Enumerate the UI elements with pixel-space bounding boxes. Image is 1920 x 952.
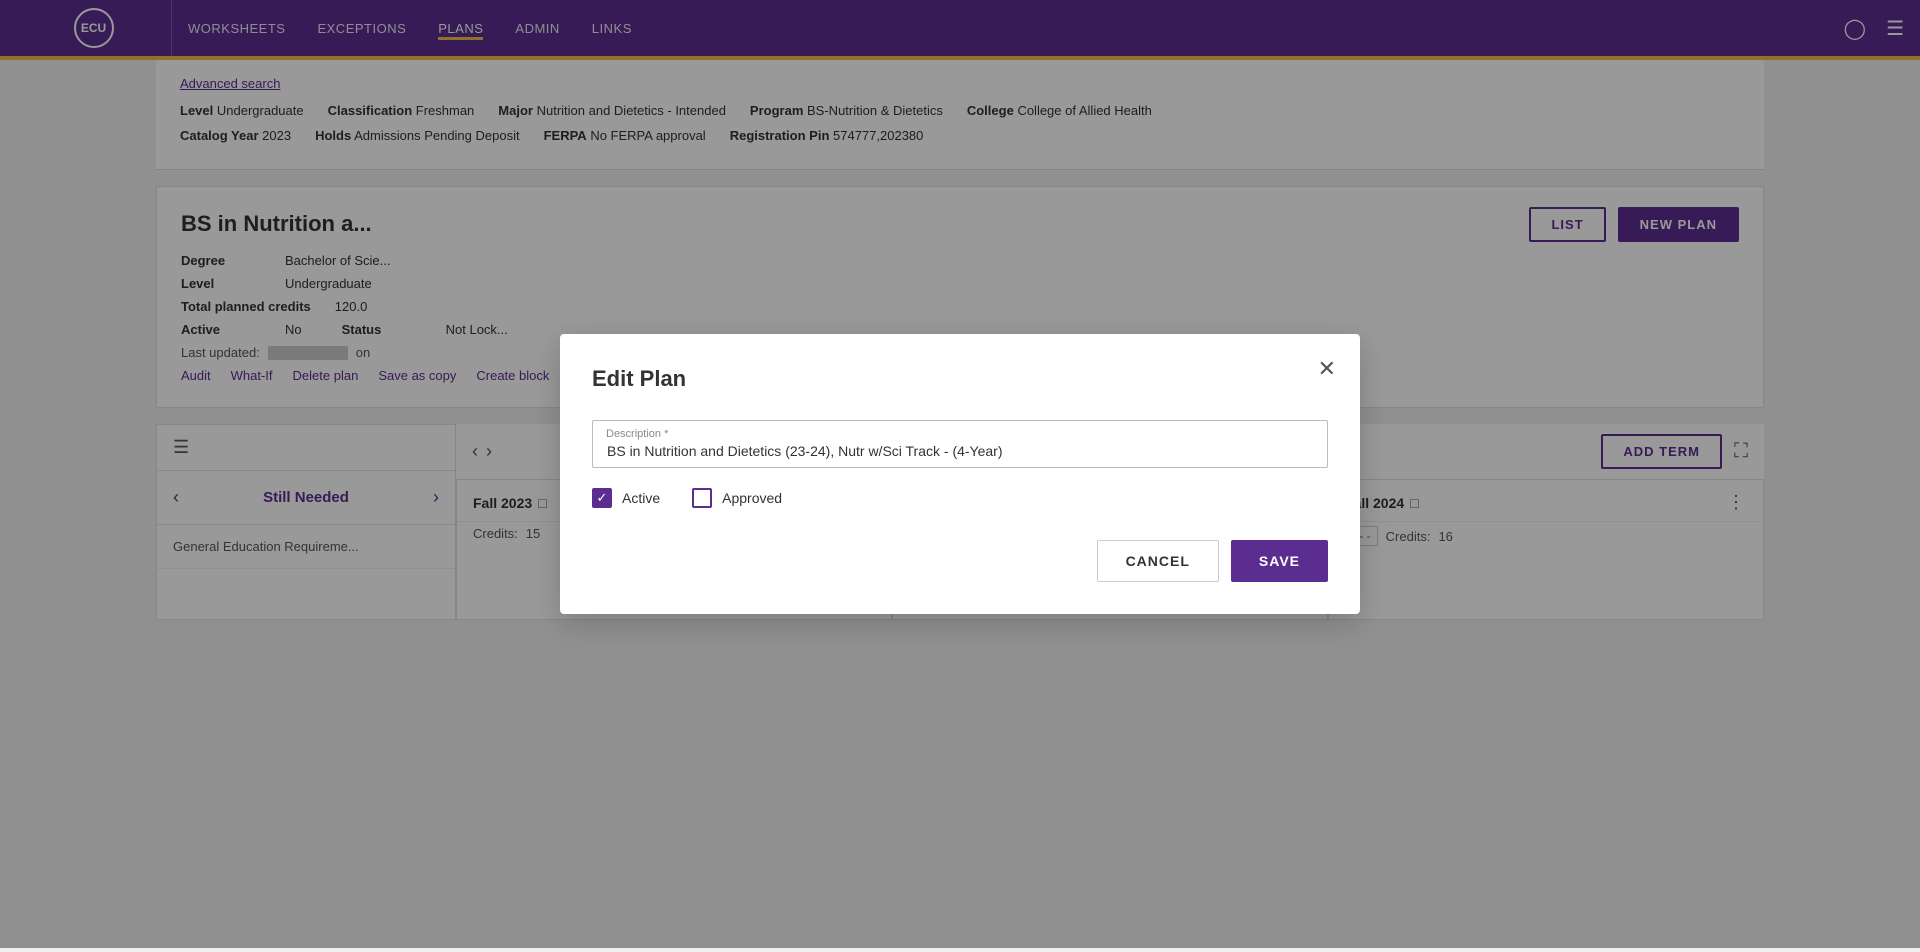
description-field-wrapper: Description * — [592, 420, 1328, 468]
modal-close-button[interactable]: ✕ — [1318, 358, 1336, 380]
save-button[interactable]: SAVE — [1231, 540, 1328, 582]
description-input[interactable] — [592, 420, 1328, 468]
checkbox-row: ✓ Active Approved — [592, 488, 1328, 508]
main-content: Advanced search Level Undergraduate Clas… — [0, 60, 1920, 952]
approved-label: Approved — [722, 490, 782, 506]
active-label: Active — [622, 490, 660, 506]
modal-overlay: Edit Plan ✕ Description * ✓ Active Appro… — [0, 0, 1920, 948]
edit-plan-modal: Edit Plan ✕ Description * ✓ Active Appro… — [560, 334, 1360, 614]
active-checkbox[interactable]: ✓ — [592, 488, 612, 508]
modal-title: Edit Plan — [592, 366, 1328, 392]
active-checkbox-item[interactable]: ✓ Active — [592, 488, 660, 508]
active-checkmark: ✓ — [597, 490, 608, 506]
cancel-button[interactable]: CANCEL — [1097, 540, 1219, 582]
description-field-label: Description * — [606, 428, 668, 440]
approved-checkbox-item[interactable]: Approved — [692, 488, 782, 508]
modal-footer: CANCEL SAVE — [592, 540, 1328, 582]
approved-checkbox[interactable] — [692, 488, 712, 508]
